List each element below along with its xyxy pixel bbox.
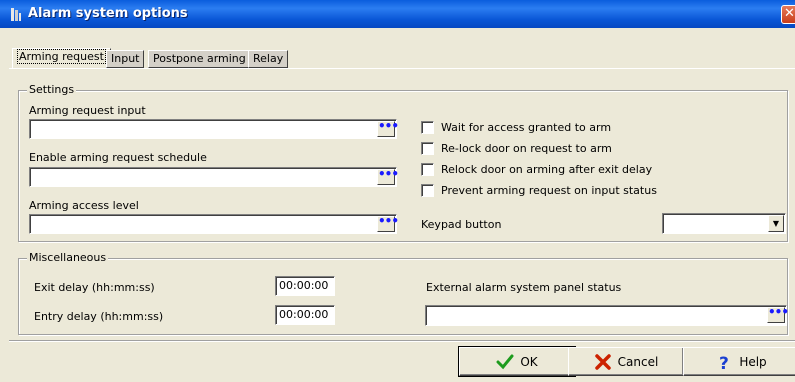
title-bar: Alarm system options ✕: [0, 0, 795, 28]
enable-arming-schedule-field[interactable]: •••: [29, 167, 399, 187]
chevron-down-icon[interactable]: ▼: [768, 215, 784, 232]
checkbox-label: Relock door on arming after exit delay: [441, 163, 653, 176]
help-label: Help: [739, 354, 767, 369]
check-icon: [496, 354, 514, 369]
checkbox-box[interactable]: [421, 121, 434, 134]
tab-label: Relay: [253, 52, 284, 65]
close-icon: ✕: [784, 6, 795, 21]
arming-access-level-label: Arming access level: [29, 199, 139, 212]
enable-arming-schedule-browse-button[interactable]: •••: [377, 167, 399, 185]
field-value: 00:00:00: [279, 308, 329, 321]
ok-label: OK: [520, 354, 538, 369]
window-title: Alarm system options: [28, 6, 188, 21]
entry-delay-input[interactable]: 00:00:00: [275, 305, 335, 325]
svg-text:?: ?: [719, 354, 729, 371]
footer-separator: [9, 340, 795, 342]
tab-relay[interactable]: Relay: [248, 50, 289, 68]
arming-access-level-browse-button[interactable]: •••: [377, 214, 399, 232]
keypad-button-label: Keypad button: [421, 218, 502, 231]
exit-delay-label: Exit delay (hh:mm:ss): [34, 281, 155, 294]
cancel-button[interactable]: Cancel: [568, 347, 684, 376]
checkbox-box[interactable]: [421, 184, 434, 197]
keypad-button-select[interactable]: ▼: [662, 213, 786, 234]
external-status-label: External alarm system panel status: [426, 281, 622, 294]
ellipsis-icon: •••: [378, 167, 399, 181]
checkbox-box[interactable]: [421, 163, 434, 176]
misc-legend: Miscellaneous: [27, 251, 109, 265]
arming-request-input-browse-button[interactable]: •••: [377, 119, 399, 137]
external-status-field[interactable]: •••: [425, 305, 789, 326]
x-icon: [594, 353, 611, 370]
tab-label: Arming request: [17, 49, 106, 64]
ok-button[interactable]: OK: [458, 346, 576, 377]
tab-arming-request[interactable]: Arming request: [12, 48, 111, 69]
tab-label: Input: [111, 52, 140, 65]
alarm-options-dialog: Alarm system options ✕ Arming request In…: [0, 0, 795, 382]
question-icon: ?: [719, 354, 729, 371]
settings-legend: Settings: [27, 83, 77, 97]
ellipsis-icon: •••: [768, 305, 789, 319]
close-button[interactable]: ✕: [781, 5, 795, 24]
arming-request-input-label: Arming request input: [29, 104, 146, 117]
tab-postpone-arming[interactable]: Postpone arming: [148, 50, 251, 68]
tab-input[interactable]: Input: [106, 50, 145, 68]
app-icon: [11, 8, 21, 21]
ellipsis-icon: •••: [378, 214, 399, 228]
checkbox-label: Prevent arming request on input status: [441, 184, 657, 197]
help-button[interactable]: ? Help: [683, 347, 795, 376]
tab-label: Postpone arming: [153, 52, 246, 65]
arming-access-level-field[interactable]: •••: [29, 214, 399, 234]
entry-delay-label: Entry delay (hh:mm:ss): [34, 310, 164, 323]
enable-arming-schedule-label: Enable arming request schedule: [29, 151, 207, 164]
exit-delay-input[interactable]: 00:00:00: [275, 276, 335, 296]
external-status-browse-button[interactable]: •••: [767, 305, 789, 323]
arming-request-input-field[interactable]: •••: [29, 119, 399, 139]
cancel-label: Cancel: [617, 354, 659, 369]
checkbox-box[interactable]: [421, 142, 434, 155]
field-value: 00:00:00: [279, 279, 329, 292]
checkbox-label: Wait for access granted to arm: [441, 121, 612, 134]
checkbox-label: Re-lock door on request to arm: [441, 142, 612, 155]
ellipsis-icon: •••: [378, 119, 399, 133]
